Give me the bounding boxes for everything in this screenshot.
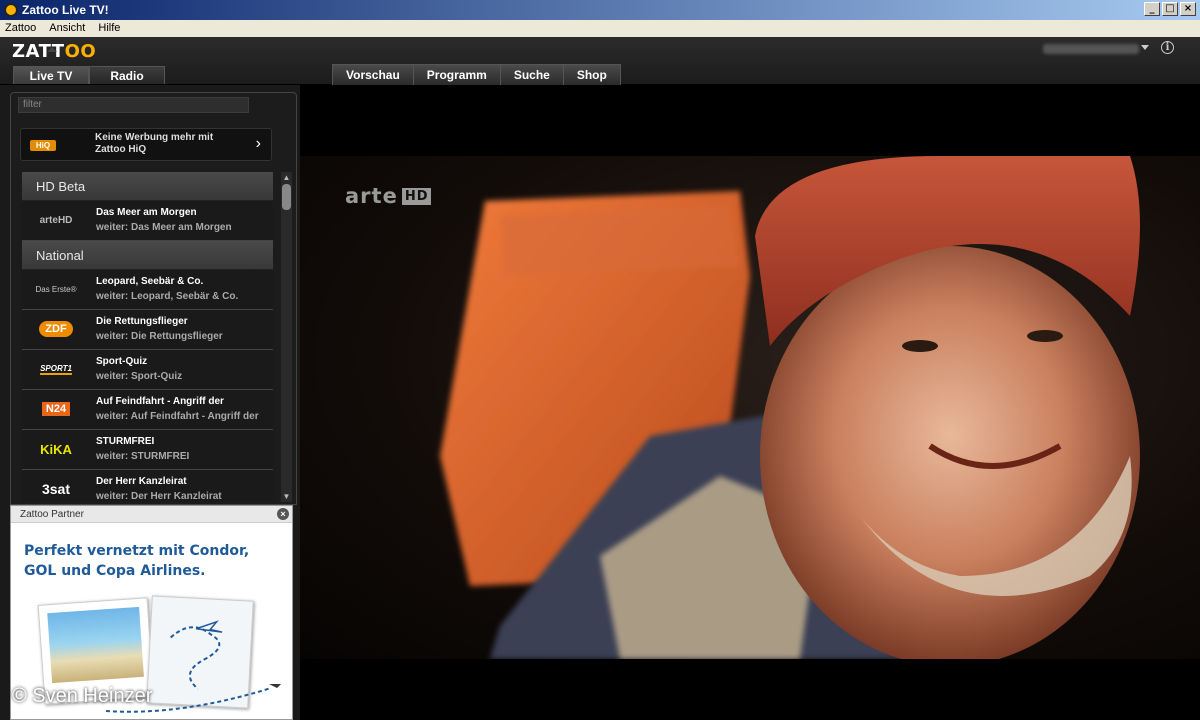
partner-ad-text[interactable]: Perfekt vernetzt mit Condor, GOL und Cop… [24, 541, 284, 581]
arte-logo-text: arte [345, 184, 398, 208]
menu-hilfe[interactable]: Hilfe [93, 20, 125, 37]
channel-next-program: weiter: Das Meer am Morgen [96, 222, 232, 233]
chevron-right-icon: › [255, 135, 261, 152]
das-erste-logo: Das Erste® [26, 278, 86, 300]
zattoo-app-icon [4, 3, 18, 17]
channel-sidebar: filter HiQ Keine Werbung mehr mit Zattoo… [10, 92, 297, 505]
app-window: Zattoo Live TV! _ □ × Zattoo Ansicht Hil… [0, 0, 1200, 720]
tab-suche[interactable]: Suche [500, 64, 564, 85]
copyright-watermark: © Sven Heinzer [12, 685, 153, 707]
menu-ansicht[interactable]: Ansicht [44, 20, 90, 37]
channel-logo-text: Das Erste® [35, 284, 77, 294]
channel-logo-text: 3sat [41, 481, 71, 497]
minimize-button[interactable]: _ [1144, 2, 1160, 16]
app-header: ZATTOO Live TV Radio Vorschau Programm S… [0, 37, 1200, 85]
sport1-logo: SPORT1 [26, 358, 86, 380]
tab-vorschau[interactable]: Vorschau [332, 64, 414, 85]
partner-ad-header: Zattoo Partner [11, 506, 292, 523]
n24-logo: N24 [26, 398, 86, 420]
channel-program-title: Leopard, Seebär & Co. [96, 276, 204, 287]
tab-live-tv[interactable]: Live TV [13, 66, 89, 84]
channel-next-program: weiter: Der Herr Kanzleirat [96, 491, 222, 502]
chevron-down-icon[interactable] [1141, 45, 1149, 50]
active-tab-caret-icon [47, 47, 57, 52]
channel-row[interactable]: N24 Auf Feindfahrt - Angriff der weiter:… [22, 390, 273, 430]
account-name-blurred[interactable] [1043, 44, 1139, 54]
channel-row[interactable]: Das Erste® Leopard, Seebär & Co. weiter:… [22, 270, 273, 310]
hiq-promo-banner[interactable]: HiQ Keine Werbung mehr mit Zattoo HiQ › [20, 128, 272, 161]
channel-next-program: weiter: Auf Feindfahrt - Angriff der [96, 411, 259, 422]
arte-hd-channel-logo: arte HD [345, 184, 432, 208]
channel-program-title: Das Meer am Morgen [96, 207, 197, 218]
channel-logo-text: KiKA [40, 441, 72, 457]
zdf-logo: ZDF [26, 318, 86, 340]
scroll-up-icon[interactable]: ▲ [281, 172, 292, 183]
3sat-logo: 3sat [26, 478, 86, 500]
channel-program-title: STURMFREI [96, 436, 155, 447]
channel-next-program: weiter: STURMFREI [96, 451, 190, 462]
channel-list: HD Beta arteHD Das Meer am Morgen weiter… [22, 172, 273, 502]
scrollbar-thumb[interactable] [282, 184, 291, 210]
title-bar: Zattoo Live TV! _ □ × [0, 0, 1200, 20]
channel-logo-text: ZDF [39, 321, 73, 337]
logo-highlight: OO [64, 41, 97, 62]
channel-row[interactable]: arteHD Das Meer am Morgen weiter: Das Me… [22, 201, 273, 241]
close-button[interactable]: × [1180, 2, 1196, 16]
tab-radio[interactable]: Radio [89, 66, 165, 84]
hiq-badge: HiQ [30, 140, 56, 151]
video-frame-image: arte HD [300, 156, 1200, 659]
channel-logo-text: N24 [41, 402, 71, 416]
menu-zattoo[interactable]: Zattoo [0, 20, 41, 37]
channel-row[interactable]: KiKA STURMFREI weiter: STURMFREI [22, 430, 273, 470]
channel-program-title: Auf Feindfahrt - Angriff der [96, 396, 224, 407]
section-header-national: National [22, 241, 273, 270]
channel-list-scrollbar[interactable]: ▲ ▼ [281, 172, 292, 502]
channel-next-program: weiter: Leopard, Seebär & Co. [96, 291, 239, 302]
video-player[interactable]: arte HD [300, 85, 1200, 720]
channel-row[interactable]: 3sat Der Herr Kanzleirat weiter: Der Her… [22, 470, 273, 502]
channel-program-title: Sport-Quiz [96, 356, 148, 367]
channel-logo-text: arteHD [39, 214, 73, 226]
hd-badge: HD [401, 188, 432, 205]
channel-logo-text: SPORT1 [40, 363, 72, 375]
section-header-hd-beta: HD Beta [22, 172, 273, 201]
window-title: Zattoo Live TV! [22, 3, 109, 17]
channel-next-program: weiter: Sport-Quiz [96, 371, 183, 382]
promo-text: Keine Werbung mehr mit Zattoo HiQ [95, 132, 214, 155]
filter-input[interactable]: filter [18, 97, 249, 113]
scroll-down-icon[interactable]: ▼ [281, 491, 292, 502]
tab-shop[interactable]: Shop [563, 64, 621, 85]
info-icon[interactable]: i [1161, 41, 1174, 54]
menu-bar: Zattoo Ansicht Hilfe [0, 20, 1200, 37]
channel-row[interactable]: ZDF Die Rettungsflieger weiter: Die Rett… [22, 310, 273, 350]
channel-next-program: weiter: Die Rettungsflieger [96, 331, 223, 342]
tab-programm[interactable]: Programm [413, 64, 501, 85]
channel-program-title: Der Herr Kanzleirat [96, 476, 187, 487]
kika-logo: KiKA [26, 438, 86, 460]
maximize-button[interactable]: □ [1162, 2, 1178, 16]
arte-hd-logo: arteHD [26, 209, 86, 231]
channel-row[interactable]: SPORT1 Sport-Quiz weiter: Sport-Quiz [22, 350, 273, 390]
close-icon[interactable]: × [277, 508, 289, 520]
channel-program-title: Die Rettungsflieger [96, 316, 188, 327]
